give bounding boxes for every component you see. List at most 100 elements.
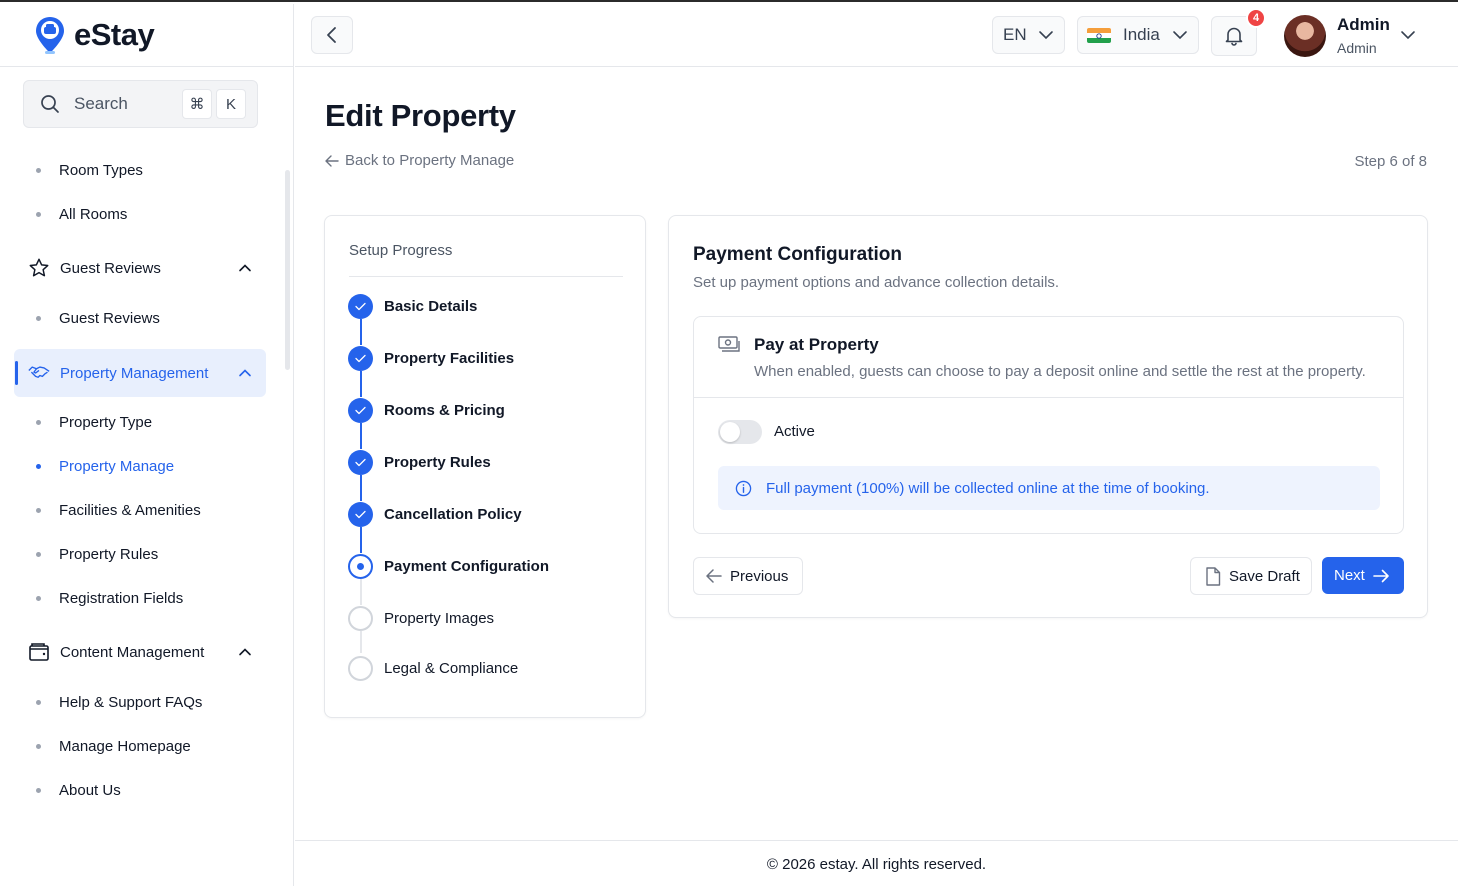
toggle-label: Active [774, 423, 815, 440]
copyright-text: © 2026 estay. All rights reserved. [766, 856, 987, 873]
india-flag-icon [1087, 27, 1111, 43]
progress-step-property-rules[interactable]: Property Rules [348, 449, 491, 475]
language-value: EN [1003, 25, 1027, 44]
step-label: Basic Details [384, 297, 478, 315]
footer: © 2026 estay. All rights reserved. [295, 840, 1458, 886]
bullet-icon [36, 167, 41, 173]
language-select[interactable]: EN [992, 16, 1065, 54]
pending-step-icon [348, 655, 373, 681]
app-frame: eStay Search ⌘ K Room Types All Rooms Gu… [0, 0, 1458, 886]
logo[interactable]: eStay [0, 4, 293, 67]
progress-step-basic-details[interactable]: Basic Details [348, 293, 477, 319]
sidebar-item-label: Room Types [59, 161, 143, 179]
step-connector [360, 527, 362, 553]
progress-step-legal-compliance[interactable]: Legal & Compliance [348, 655, 518, 681]
chevron-left-icon [327, 27, 336, 43]
arrow-right-icon [1373, 569, 1389, 582]
section-title: Payment Configuration [693, 244, 903, 265]
cash-icon [718, 336, 740, 352]
progress-step-property-facilities[interactable]: Property Facilities [348, 345, 514, 371]
chevron-down-icon[interactable] [1399, 26, 1417, 44]
step-label: Legal & Compliance [384, 659, 519, 677]
avatar[interactable] [1284, 15, 1326, 57]
app-name: eStay [74, 17, 155, 52]
sidebar-item-label: About Us [59, 781, 121, 799]
bullet-icon [36, 743, 41, 749]
step-label: Property Rules [384, 453, 491, 471]
sidebar-item-label: Property Type [59, 413, 153, 431]
sidebar-group-content-management[interactable]: Content Management [14, 628, 266, 676]
sidebar-group-guest-reviews[interactable]: Guest Reviews [14, 244, 266, 292]
sidebar-item-property-rules[interactable]: Property Rules [36, 542, 158, 566]
bullet-icon [36, 315, 41, 321]
sidebar-toggle-button[interactable] [311, 16, 353, 54]
setup-progress-card: Setup Progress Basic Details Property Fa… [324, 215, 646, 718]
shortcut-cmd-key: ⌘ [182, 89, 212, 119]
country-value: India [1123, 25, 1160, 44]
option-description: When enabled, guests can choose to pay a… [754, 363, 1366, 380]
user-name[interactable]: Admin [1337, 15, 1390, 35]
previous-button[interactable]: Previous [693, 557, 803, 595]
toggle-knob [720, 422, 740, 442]
sidebar-item-label: Help & Support FAQs [59, 693, 203, 711]
step-label: Payment Configuration [384, 557, 550, 575]
page-title: Edit Property [325, 98, 516, 133]
bullet-icon [36, 595, 41, 601]
step-connector [360, 423, 362, 449]
sidebar-item-room-types[interactable]: Room Types [36, 158, 143, 182]
check-icon [348, 501, 373, 527]
progress-step-property-images[interactable]: Property Images [348, 605, 494, 631]
search-input[interactable]: Search ⌘ K [23, 80, 258, 128]
sidebar: eStay Search ⌘ K Room Types All Rooms Gu… [0, 4, 294, 886]
sidebar-item-manage-homepage[interactable]: Manage Homepage [36, 734, 191, 758]
step-label: Property Images [384, 609, 495, 627]
payment-configuration-card: Payment Configuration Set up payment opt… [668, 215, 1428, 618]
sidebar-item-all-rooms[interactable]: All Rooms [36, 202, 127, 226]
back-link-label: Back to Property Manage [345, 152, 515, 169]
sidebar-item-label: Property Rules [59, 545, 159, 563]
sidebar-item-property-manage[interactable]: Property Manage [36, 454, 174, 478]
next-button[interactable]: Next [1322, 557, 1404, 594]
sidebar-group-property-management[interactable]: Property Management [14, 349, 266, 397]
arrow-left-icon [325, 154, 339, 167]
arrow-left-icon [706, 569, 722, 583]
sidebar-item-guest-reviews[interactable]: Guest Reviews [36, 306, 160, 330]
progress-step-rooms-pricing[interactable]: Rooms & Pricing [348, 397, 505, 423]
bullet-icon [36, 699, 41, 705]
notification-count-badge: 4 [1246, 8, 1266, 28]
save-draft-button[interactable]: Save Draft [1190, 557, 1312, 595]
check-icon [348, 397, 373, 423]
progress-step-cancellation-policy[interactable]: Cancellation Policy [348, 501, 522, 527]
pay-at-property-header: Pay at Property When enabled, guests can… [694, 317, 1403, 398]
progress-step-payment-configuration[interactable]: Payment Configuration [348, 553, 549, 579]
info-text: Full payment (100%) will be collected on… [766, 479, 1210, 497]
section-subtitle: Set up payment options and advance colle… [693, 274, 1060, 291]
step-connector [360, 631, 362, 653]
pay-at-property-toggle[interactable] [718, 420, 762, 444]
check-icon [348, 293, 373, 319]
sidebar-item-label: Guest Reviews [59, 309, 160, 327]
sidebar-item-facilities-amenities[interactable]: Facilities & Amenities [36, 498, 201, 522]
sidebar-item-label: Property Manage [59, 457, 175, 475]
sidebar-item-property-type[interactable]: Property Type [36, 410, 152, 434]
bell-icon [1225, 27, 1243, 46]
step-label: Cancellation Policy [384, 505, 522, 523]
step-label: Rooms & Pricing [384, 401, 505, 419]
handshake-icon [28, 362, 50, 384]
topbar: EN India 4 Admin Admin [295, 4, 1458, 67]
sidebar-item-registration-fields[interactable]: Registration Fields [36, 586, 183, 610]
divider [349, 276, 623, 277]
back-to-property-manage-link[interactable]: Back to Property Manage [325, 152, 514, 169]
bullet-icon [36, 211, 41, 217]
pending-step-icon [348, 605, 373, 631]
step-label: Property Facilities [384, 349, 515, 367]
option-title: Pay at Property [754, 335, 879, 354]
file-icon [1206, 566, 1221, 586]
sidebar-item-about-us[interactable]: About Us [36, 778, 121, 802]
bullet-icon [36, 507, 41, 513]
sidebar-scrollbar[interactable] [285, 170, 290, 370]
country-select[interactable]: India [1077, 16, 1199, 54]
bullet-icon [36, 787, 41, 793]
sidebar-item-help-support-faqs[interactable]: Help & Support FAQs [36, 690, 202, 714]
current-step-icon [348, 553, 373, 579]
